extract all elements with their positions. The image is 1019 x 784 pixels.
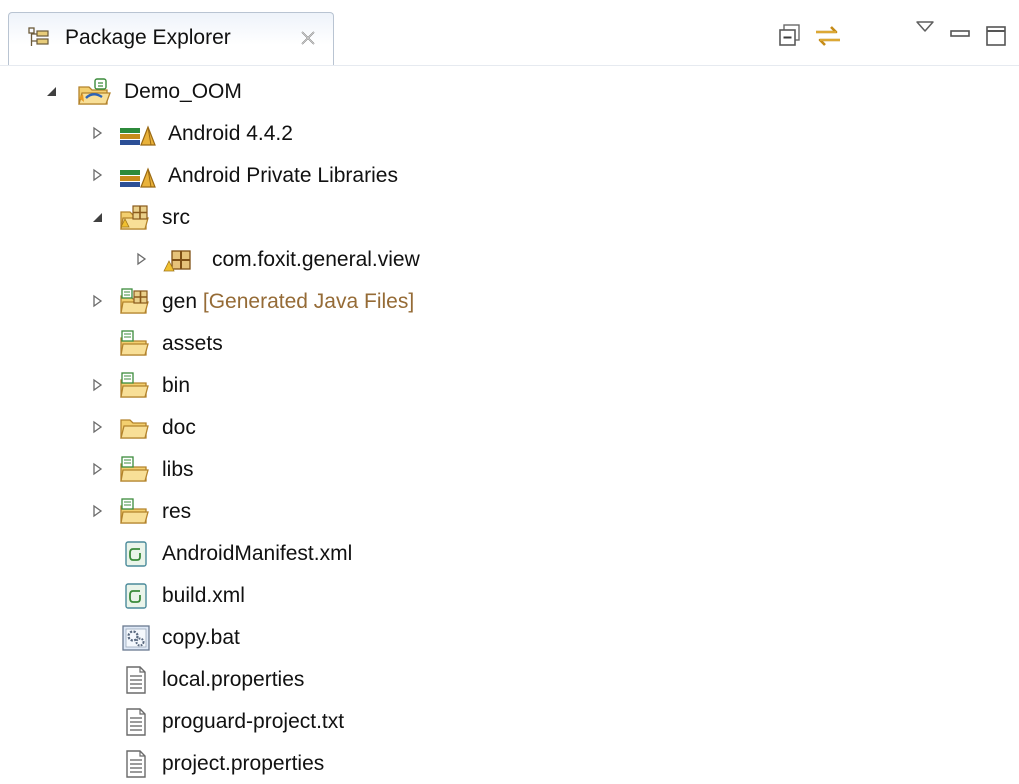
tree-item-label: Android Private Libraries bbox=[168, 164, 398, 187]
tree-item-label: bin bbox=[162, 374, 191, 397]
link-with-editor-icon[interactable] bbox=[812, 22, 844, 50]
resource-folder-icon bbox=[120, 498, 149, 524]
collapsed-arrow-icon[interactable] bbox=[134, 252, 148, 266]
expanded-arrow-icon[interactable] bbox=[90, 210, 104, 224]
tree-item-label: proguard-project.txt bbox=[162, 710, 345, 733]
collapsed-arrow-icon[interactable] bbox=[90, 294, 104, 308]
tree-item-label-name: gen bbox=[162, 290, 198, 313]
tree-item-label: assets bbox=[162, 332, 223, 355]
tree-item-demo-oom[interactable]: Demo_OOM bbox=[0, 72, 1019, 112]
source-folder-icon bbox=[120, 205, 149, 230]
xml-file-icon bbox=[125, 583, 147, 609]
tree-item-label: res bbox=[162, 500, 192, 523]
source-folder-icon bbox=[120, 288, 149, 314]
tree-item-androidmanifest-xml[interactable]: AndroidManifest.xml bbox=[0, 534, 1019, 574]
tree-item-build-xml[interactable]: build.xml bbox=[0, 576, 1019, 616]
android-project-folder-icon bbox=[78, 78, 111, 105]
tree-item-label: local.properties bbox=[162, 668, 305, 691]
collapsed-arrow-icon[interactable] bbox=[90, 420, 104, 434]
generated-java-files-decoration: [Generated Java Files] bbox=[202, 290, 415, 313]
tree-item-android-private-libraries[interactable]: Android Private Libraries bbox=[0, 156, 1019, 196]
minimize-icon[interactable] bbox=[948, 26, 972, 42]
project-tree: Demo_OOM Android 4.4.2 Android Private L… bbox=[0, 70, 1019, 778]
tree-item-src[interactable]: src bbox=[0, 198, 1019, 238]
tree-item-gen[interactable]: gen [Generated Java Files] bbox=[0, 282, 1019, 322]
collapsed-arrow-icon[interactable] bbox=[90, 462, 104, 476]
header-separator bbox=[0, 65, 1019, 66]
tree-item-label: copy.bat bbox=[162, 626, 240, 649]
view-header: Package Explorer bbox=[0, 0, 1019, 66]
resource-folder-icon bbox=[120, 372, 149, 398]
package-explorer-icon bbox=[28, 27, 49, 46]
xml-file-icon bbox=[125, 541, 147, 567]
package-explorer-tab[interactable]: Package Explorer bbox=[8, 12, 334, 66]
tree-item-label: build.xml bbox=[162, 584, 245, 607]
tree-item-bin[interactable]: bin bbox=[0, 366, 1019, 406]
resource-folder-icon bbox=[120, 330, 149, 356]
tree-item-label: libs bbox=[162, 458, 194, 481]
tree-item-libs[interactable]: libs bbox=[0, 450, 1019, 490]
tree-item-label: gen [Generated Java Files] bbox=[162, 288, 414, 316]
collapsed-arrow-icon[interactable] bbox=[90, 126, 104, 140]
text-file-icon bbox=[126, 666, 146, 694]
expanded-arrow-icon[interactable] bbox=[44, 84, 58, 98]
resource-folder-icon bbox=[120, 456, 149, 482]
view-menu-icon[interactable] bbox=[914, 18, 936, 36]
maximize-icon[interactable] bbox=[984, 24, 1008, 48]
tree-item-proguard-project-txt[interactable]: proguard-project.txt bbox=[0, 702, 1019, 742]
library-icon bbox=[120, 167, 156, 188]
text-file-icon bbox=[126, 750, 146, 778]
tree-item-label: AndroidManifest.xml bbox=[162, 542, 353, 565]
tree-item-label: Demo_OOM bbox=[124, 80, 242, 103]
folder-icon bbox=[120, 419, 149, 439]
text-file-icon bbox=[126, 708, 146, 736]
tree-item-res[interactable]: res bbox=[0, 492, 1019, 532]
close-icon[interactable] bbox=[298, 28, 318, 48]
library-icon bbox=[120, 125, 156, 146]
tree-item-doc[interactable]: doc bbox=[0, 408, 1019, 448]
collapsed-arrow-icon[interactable] bbox=[90, 378, 104, 392]
tree-item-android-4-4-2[interactable]: Android 4.4.2 bbox=[0, 114, 1019, 154]
package-icon bbox=[163, 250, 191, 272]
tree-item-assets[interactable]: assets bbox=[0, 324, 1019, 364]
collapsed-arrow-icon[interactable] bbox=[90, 504, 104, 518]
tree-item-label: src bbox=[162, 206, 190, 229]
tree-item-com-foxit-general-view[interactable]: com.foxit.general.view bbox=[0, 240, 1019, 280]
tree-item-label: Android 4.4.2 bbox=[168, 122, 293, 145]
batch-file-icon bbox=[122, 625, 150, 651]
collapse-all-icon[interactable] bbox=[776, 22, 804, 50]
tree-item-local-properties[interactable]: local.properties bbox=[0, 660, 1019, 700]
package-explorer-view: Package Explorer Demo_OOM Android 4.4.2 … bbox=[0, 0, 1019, 778]
collapsed-arrow-icon[interactable] bbox=[90, 168, 104, 182]
tree-item-label: com.foxit.general.view bbox=[212, 248, 420, 271]
tree-item-label: project.properties bbox=[162, 752, 325, 775]
tree-item-copy-bat[interactable]: copy.bat bbox=[0, 618, 1019, 658]
tree-item-label: doc bbox=[162, 416, 196, 439]
tab-title: Package Explorer bbox=[65, 26, 231, 49]
tree-item-project-properties[interactable]: project.properties bbox=[0, 744, 1019, 784]
